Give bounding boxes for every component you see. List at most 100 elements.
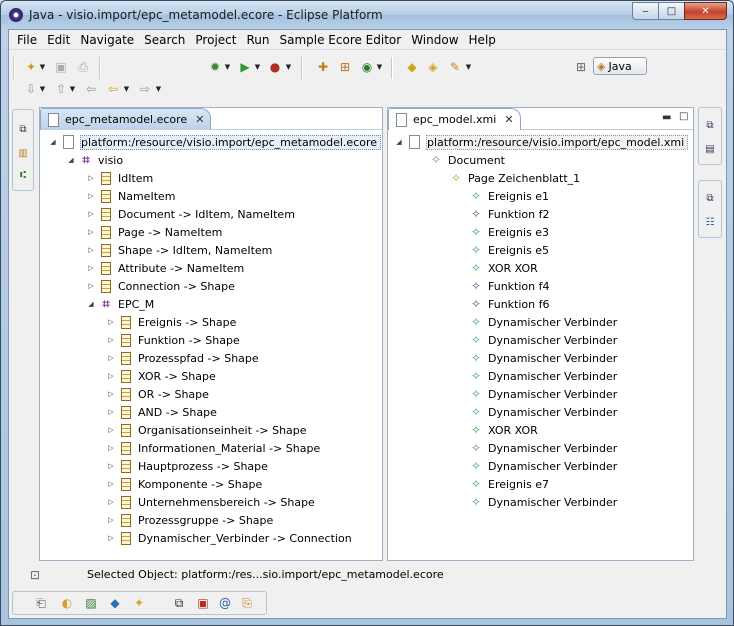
subclass-row[interactable]: ▷ Organisationseinheit -> Shape: [106, 421, 307, 439]
expand-icon[interactable]: ▷: [106, 354, 116, 362]
expand-icon[interactable]: ▷: [106, 498, 116, 506]
back-dropdown-icon[interactable]: ▼: [123, 81, 130, 97]
properties-icon[interactable]: ⎘: [239, 595, 255, 611]
subclass-row[interactable]: ▷ XOR -> Shape: [106, 367, 216, 385]
new-java-project-icon[interactable]: ✚: [315, 59, 331, 75]
collapse-icon[interactable]: ◢: [66, 156, 76, 164]
last-edit-icon[interactable]: ⇦: [83, 81, 99, 97]
run-dropdown-icon[interactable]: ▼: [254, 59, 261, 75]
list-item[interactable]: ✧ Ereignis e1: [466, 187, 549, 205]
menu-navigate[interactable]: Navigate: [76, 33, 138, 47]
expand-icon[interactable]: ▷: [106, 318, 116, 326]
java-perspective-button[interactable]: ◈ Java: [593, 57, 647, 75]
fast-view-menu-icon[interactable]: ⎗: [33, 595, 49, 611]
menu-sample-ecore-editor[interactable]: Sample Ecore Editor: [275, 33, 405, 47]
external-tools-dropdown-icon[interactable]: ▼: [285, 59, 292, 75]
error-log-icon[interactable]: @: [217, 595, 233, 611]
search-dropdown-icon[interactable]: ▼: [465, 59, 472, 75]
next-annotation-dropdown-icon[interactable]: ▼: [39, 81, 46, 97]
declaration-icon[interactable]: ▨: [83, 595, 99, 611]
maximize-view-icon[interactable]: □: [679, 111, 688, 122]
document-node[interactable]: ✧ Document: [426, 151, 505, 169]
class-row[interactable]: ▷ Document -> IdItem, NameItem: [86, 205, 295, 223]
save-icon[interactable]: ▣: [53, 59, 69, 75]
back-icon[interactable]: ⇦: [105, 81, 121, 97]
new-package-icon[interactable]: ⊞: [337, 59, 353, 75]
subclass-row[interactable]: ▷ Prozesspfad -> Shape: [106, 349, 259, 367]
list-item[interactable]: ✧ Dynamischer Verbinder: [466, 493, 617, 511]
previous-annotation-dropdown-icon[interactable]: ▼: [69, 81, 76, 97]
menu-window[interactable]: Window: [407, 33, 462, 47]
run-icon[interactable]: ▶: [237, 59, 253, 75]
package-explorer-icon[interactable]: ▥: [16, 146, 30, 160]
new-class-icon[interactable]: ◉: [359, 59, 375, 75]
debug-icon[interactable]: ✹: [207, 59, 223, 75]
class-row[interactable]: ▷ NameItem: [86, 187, 176, 205]
close-icon[interactable]: ✕: [504, 113, 513, 126]
page-node[interactable]: ✧ Page Zeichenblatt_1: [446, 169, 580, 187]
class-row[interactable]: ▷ Page -> NameItem: [86, 223, 222, 241]
restore-icon[interactable]: ⧉: [703, 118, 717, 132]
list-item[interactable]: ✧ Funktion f2: [466, 205, 550, 223]
javadoc-icon[interactable]: ◐: [59, 595, 75, 611]
expand-icon[interactable]: ▷: [86, 246, 96, 254]
collapse-icon[interactable]: ◢: [394, 138, 404, 146]
list-item[interactable]: ✧ XOR XOR: [466, 421, 538, 439]
expand-icon[interactable]: ▷: [106, 408, 116, 416]
class-row[interactable]: ▷ Shape -> IdItem, NameItem: [86, 241, 272, 259]
debug-dropdown-icon[interactable]: ▼: [224, 59, 231, 75]
new-wizard-icon[interactable]: ✦: [23, 59, 39, 75]
menu-edit[interactable]: Edit: [43, 33, 74, 47]
expand-icon[interactable]: ▷: [106, 534, 116, 542]
restore-icon[interactable]: ⧉: [703, 191, 717, 205]
list-item[interactable]: ✧ Ereignis e7: [466, 475, 549, 493]
package-epc-m[interactable]: ◢ ⌗ EPC_M: [86, 295, 154, 313]
expand-icon[interactable]: ▷: [86, 228, 96, 236]
subclass-row[interactable]: ▷ Informationen_Material -> Shape: [106, 439, 320, 457]
expand-icon[interactable]: ▷: [106, 426, 116, 434]
open-type-icon[interactable]: ◆: [404, 59, 420, 75]
new-dropdown-icon[interactable]: ▼: [39, 59, 46, 75]
forward-dropdown-icon[interactable]: ▼: [155, 81, 162, 97]
next-annotation-icon[interactable]: ⇩: [23, 81, 39, 97]
expand-icon[interactable]: ▷: [106, 480, 116, 488]
expand-icon[interactable]: ▷: [106, 444, 116, 452]
open-task-icon[interactable]: ◈: [425, 59, 441, 75]
list-item[interactable]: ✧ Ereignis e3: [466, 223, 549, 241]
list-item[interactable]: ✧ Funktion f4: [466, 277, 550, 295]
list-item[interactable]: ✧ Dynamischer Verbinder: [466, 331, 617, 349]
external-tools-icon[interactable]: ●: [267, 59, 283, 75]
expand-icon[interactable]: ▷: [86, 192, 96, 200]
subclass-row[interactable]: ▷ Dynamischer_Verbinder -> Connection: [106, 529, 352, 547]
list-item[interactable]: ✧ Dynamischer Verbinder: [466, 367, 617, 385]
expand-icon[interactable]: ▷: [86, 174, 96, 182]
menu-run[interactable]: Run: [242, 33, 273, 47]
new-class-dropdown-icon[interactable]: ▼: [376, 59, 383, 75]
maximize-button[interactable]: □: [658, 2, 684, 20]
tasks-icon[interactable]: ✦: [131, 595, 147, 611]
outline-view-icon[interactable]: ▤: [703, 142, 717, 156]
menu-file[interactable]: File: [13, 33, 41, 47]
class-row[interactable]: ▷ IdItem: [86, 169, 153, 187]
expand-icon[interactable]: ▷: [106, 336, 116, 344]
tab-epc-metamodel[interactable]: epc_metamodel.ecore ✕: [40, 108, 212, 130]
menu-project[interactable]: Project: [191, 33, 240, 47]
previous-annotation-icon[interactable]: ⇧: [53, 81, 69, 97]
expand-icon[interactable]: ▷: [106, 462, 116, 470]
list-item[interactable]: ✧ Dynamischer Verbinder: [466, 439, 617, 457]
print-icon[interactable]: ⎙: [75, 59, 91, 75]
list-item[interactable]: ✧ Ereignis e5: [466, 241, 549, 259]
menu-search[interactable]: Search: [140, 33, 189, 47]
tab-epc-model[interactable]: epc_model.xmi ✕: [388, 108, 521, 130]
tree-root[interactable]: ◢ platform:/resource/visio.import/epc_me…: [48, 133, 382, 151]
forward-icon[interactable]: ⇨: [137, 81, 153, 97]
outline-icon[interactable]: ☷: [703, 215, 717, 229]
list-item[interactable]: ✧ Dynamischer Verbinder: [466, 349, 617, 367]
close-button[interactable]: ✕: [684, 2, 727, 20]
subclass-row[interactable]: ▷ Komponente -> Shape: [106, 475, 262, 493]
package-visio[interactable]: ◢ ⌗ visio: [66, 151, 123, 169]
minimize-button[interactable]: ‒: [632, 2, 658, 20]
expand-icon[interactable]: ▷: [86, 264, 96, 272]
tree-root[interactable]: ◢ platform:/resource/visio.import/epc_mo…: [394, 133, 689, 151]
search-icon[interactable]: ✎: [447, 59, 463, 75]
